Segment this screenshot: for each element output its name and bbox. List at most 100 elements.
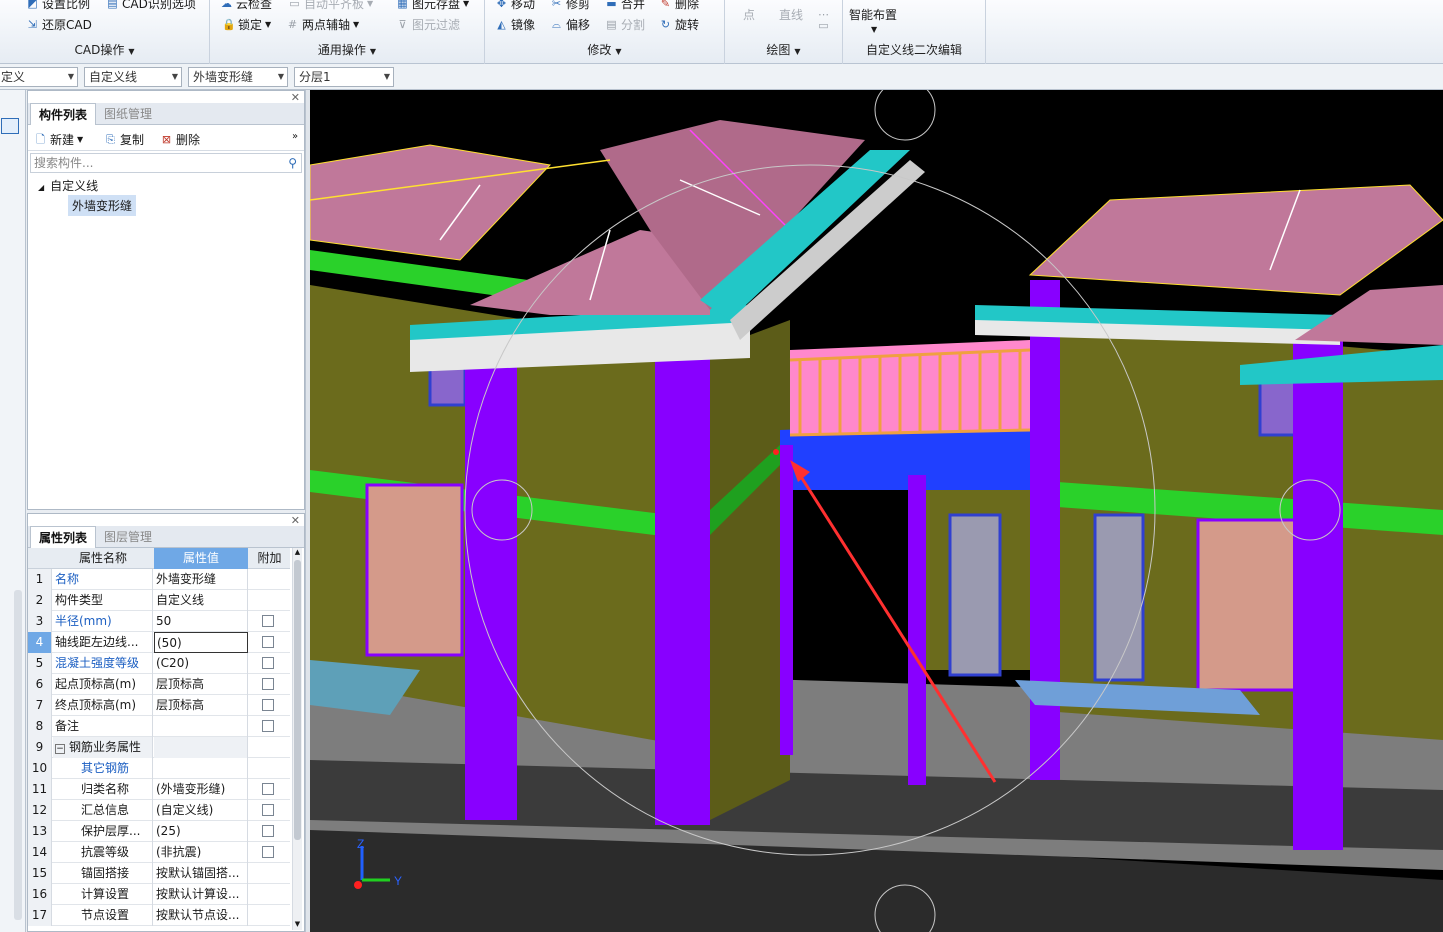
smart-place-dropdown[interactable]: ▼ <box>871 20 877 38</box>
property-value[interactable]: 按默认锚固搭... <box>154 863 248 884</box>
property-value[interactable]: (外墙变形缝) <box>154 779 248 800</box>
property-value[interactable]: 按默认节点设... <box>154 905 248 926</box>
set-scale-button[interactable]: ◩ 设置比例 <box>26 0 90 12</box>
property-row[interactable]: 8 备注 <box>28 716 290 737</box>
axis-icon: # <box>287 17 298 31</box>
offset-button[interactable]: ⌓ 偏移 <box>550 15 590 33</box>
left-inner-wall <box>710 320 790 820</box>
view-icon[interactable] <box>1 118 19 134</box>
delete-component-button[interactable]: ⊠ 删除 <box>160 131 200 148</box>
property-row[interactable]: 14 抗震等级 (非抗震) <box>28 842 290 863</box>
extra-checkbox[interactable] <box>262 804 274 816</box>
property-value[interactable]: (非抗震) <box>154 842 248 863</box>
element-filter-button[interactable]: ⊽ 图元过滤 <box>396 15 460 33</box>
property-row[interactable]: 3 半径(mm) 50 <box>28 611 290 632</box>
ribbon-group-label-general[interactable]: 通用操作 ▼ <box>210 41 484 58</box>
extra-checkbox[interactable] <box>262 720 274 732</box>
property-value[interactable] <box>154 758 248 779</box>
property-row[interactable]: 2 构件类型 自定义线 <box>28 590 290 611</box>
property-row[interactable]: 17 节点设置 按默认节点设... <box>28 905 290 926</box>
tab-drawing-manage[interactable]: 图纸管理 <box>96 103 160 125</box>
scroll-up-icon[interactable]: ▲ <box>293 548 302 558</box>
property-row[interactable]: 5 混凝土强度等级 (C20) <box>28 653 290 674</box>
layer-combo[interactable]: 分层1 ▼ <box>294 67 394 87</box>
extra-checkbox[interactable] <box>262 657 274 669</box>
copy-button[interactable]: ⎘ 复制 <box>104 131 144 148</box>
collapse-icon[interactable]: ◢ <box>38 183 44 192</box>
property-value[interactable]: 层顶标高 <box>154 695 248 716</box>
cad-recog-options-button[interactable]: ▤ CAD识别选项 <box>106 0 196 12</box>
move-button[interactable]: ✥ 移动 <box>495 0 535 12</box>
property-value[interactable]: (50) <box>154 632 248 653</box>
point-button[interactable]: 点 <box>743 5 755 23</box>
delete-button[interactable]: ✎ 删除 <box>659 0 699 12</box>
property-value[interactable]: (C20) <box>154 653 248 674</box>
property-value[interactable]: (自定义线) <box>154 800 248 821</box>
property-value[interactable] <box>154 716 248 737</box>
extra-checkbox[interactable] <box>262 783 274 795</box>
scroll-down-icon[interactable]: ▼ <box>293 920 302 930</box>
more-icon[interactable]: » <box>292 131 298 142</box>
extra-checkbox[interactable] <box>262 846 274 858</box>
property-row[interactable]: 9− 钢筋业务属性 <box>28 737 290 758</box>
component-type-combo[interactable]: 自定义线 ▼ <box>84 67 182 87</box>
property-value[interactable]: 层顶标高 <box>154 674 248 695</box>
property-name: 混凝土强度等级 <box>53 653 153 674</box>
tab-layer-manage[interactable]: 图层管理 <box>96 526 160 548</box>
component-combo[interactable]: 外墙变形缝 ▼ <box>188 67 288 87</box>
extra-checkbox[interactable] <box>262 699 274 711</box>
new-button[interactable]: 🗋 新建 ▼ <box>34 131 83 148</box>
ribbon-group-label-cad[interactable]: CAD操作 ▼ <box>0 41 209 58</box>
property-row[interactable]: 15 锚固搭接 按默认锚固搭... <box>28 863 290 884</box>
restore-cad-button[interactable]: ⇲ 还原CAD <box>26 15 92 33</box>
property-name-text: 计算设置 <box>81 887 130 901</box>
property-row[interactable]: 7 终点顶标高(m) 层顶标高 <box>28 695 290 716</box>
shape-button[interactable]: ▭ <box>817 16 830 34</box>
cloud-check-button[interactable]: ☁ 云检查 <box>220 0 272 12</box>
tree-root[interactable]: ◢ 自定义线 <box>38 177 98 194</box>
two-point-axis-button[interactable]: # 两点辅轴 ▼ <box>286 15 359 33</box>
trim-button[interactable]: ✂ 修剪 <box>550 0 590 12</box>
line-button[interactable]: 直线 <box>779 5 803 23</box>
ribbon-group-label-draw[interactable]: 绘图 ▼ <box>725 41 842 58</box>
floor-combo[interactable]: 定义 ▼ <box>0 67 78 87</box>
property-row[interactable]: 13 保护层厚... (25) <box>28 821 290 842</box>
merge-button[interactable]: ▬ 合并 <box>605 0 645 12</box>
property-row[interactable]: 12 汇总信息 (自定义线) <box>28 800 290 821</box>
scroll-thumb[interactable] <box>294 560 301 840</box>
collapse-icon[interactable]: − <box>55 744 65 754</box>
property-row[interactable]: 10 其它钢筋 <box>28 758 290 779</box>
extra-checkbox[interactable] <box>262 825 274 837</box>
property-row[interactable]: 1 名称 外墙变形缝 <box>28 569 290 590</box>
property-scrollbar[interactable]: ▲ ▼ <box>292 548 302 930</box>
element-store-button[interactable]: ▦ 图元存盘 ▼ <box>396 0 469 12</box>
auto-slab-button[interactable]: ▭ 自动平齐板 ▼ <box>288 0 373 12</box>
component-search-input[interactable]: 搜索构件... ⚲ <box>30 153 302 173</box>
extra-checkbox[interactable] <box>262 615 274 627</box>
mirror-button[interactable]: ◭ 镜像 <box>495 15 535 33</box>
split-button[interactable]: ▤ 分割 <box>605 15 645 33</box>
property-row[interactable]: 4 轴线距左边线... (50) <box>28 632 290 653</box>
property-row[interactable]: 16 计算设置 按默认计算设... <box>28 884 290 905</box>
search-icon[interactable]: ⚲ <box>288 154 297 172</box>
tree-item-selected[interactable]: 外墙变形缝 <box>68 195 137 216</box>
rotation-handle-top[interactable] <box>874 90 936 141</box>
tab-property-list[interactable]: 属性列表 <box>30 526 97 548</box>
property-row[interactable]: 6 起点顶标高(m) 层顶标高 <box>28 674 290 695</box>
property-value[interactable] <box>154 737 248 758</box>
property-value[interactable]: 外墙变形缝 <box>154 569 248 590</box>
lock-button[interactable]: 🔒 锁定 ▼ <box>222 15 271 33</box>
property-value[interactable]: 50 <box>154 611 248 632</box>
property-value[interactable]: 自定义线 <box>154 590 248 611</box>
ribbon-group-label-modify[interactable]: 修改 ▼ <box>485 41 724 58</box>
extra-checkbox[interactable] <box>262 678 274 690</box>
property-row[interactable]: 11 归类名称 (外墙变形缝) <box>28 779 290 800</box>
property-value[interactable]: 按默认计算设... <box>154 884 248 905</box>
tab-component-list[interactable]: 构件列表 <box>30 103 97 125</box>
left-scrollbar[interactable] <box>14 590 22 920</box>
3d-viewport[interactable]: Z Y <box>310 90 1443 932</box>
extra-checkbox[interactable] <box>262 636 274 648</box>
building-model[interactable]: Z Y <box>310 90 1443 932</box>
property-value[interactable]: (25) <box>154 821 248 842</box>
rotate-button[interactable]: ↻ 旋转 <box>659 15 699 33</box>
